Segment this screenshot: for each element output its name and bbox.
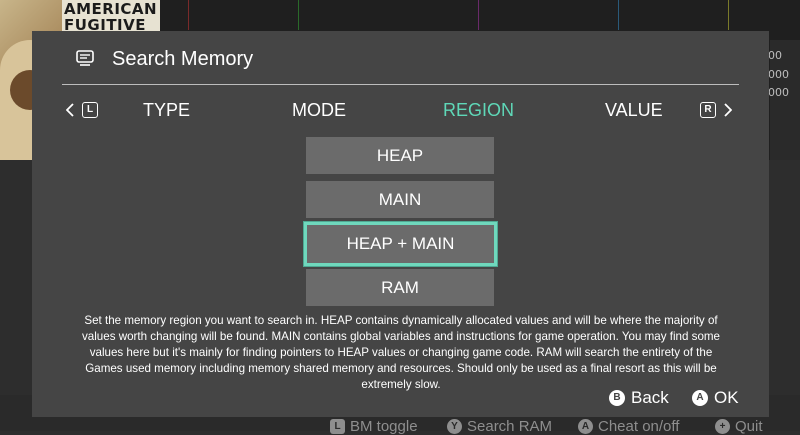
y-button-icon: Y xyxy=(447,419,462,434)
footer-hint-bm-toggle: L BM toggle xyxy=(330,418,418,435)
footer-hint-label: Quit xyxy=(735,418,763,435)
region-option-heap-main[interactable]: HEAP + MAIN xyxy=(304,222,497,266)
memory-card-icon xyxy=(76,50,94,66)
ok-button[interactable]: A OK xyxy=(692,387,739,409)
footer-hint-cheat-toggle: A Cheat on/off xyxy=(578,418,679,435)
back-button[interactable]: B Back xyxy=(609,387,669,409)
l-button-icon: L xyxy=(330,419,345,434)
back-label: Back xyxy=(631,388,669,407)
background-value: 000 xyxy=(768,68,789,81)
a-button-icon: A xyxy=(692,390,708,406)
background-color-lines xyxy=(168,0,768,30)
game-cover-title: AMERICAN FUGITIVE xyxy=(62,0,160,34)
footer-hint-label: BM toggle xyxy=(350,418,418,435)
a-button-icon: A xyxy=(578,419,593,434)
tab-bar: L TYPE MODE REGION VALUE R xyxy=(32,93,769,127)
footer-hint-search-ram: Y Search RAM xyxy=(447,418,552,435)
tab-mode[interactable]: MODE xyxy=(292,100,346,120)
dialog-title: Search Memory xyxy=(112,48,254,70)
dialog-header: Search Memory xyxy=(32,31,769,85)
tab-prev-button[interactable]: L xyxy=(66,99,98,121)
search-memory-dialog: Search Memory L TYPE MODE REGION VALUE R… xyxy=(32,31,769,417)
header-divider xyxy=(62,84,739,85)
tab-type[interactable]: TYPE xyxy=(143,100,190,120)
plus-button-icon: + xyxy=(715,419,730,434)
region-option-ram[interactable]: RAM xyxy=(306,269,494,306)
region-option-main[interactable]: MAIN xyxy=(306,181,494,218)
chevron-right-icon xyxy=(724,103,732,117)
b-button-icon: B xyxy=(609,390,625,406)
footer-hint-quit: + Quit xyxy=(715,418,763,435)
ok-label: OK xyxy=(714,388,739,407)
footer-hint-label: Search RAM xyxy=(467,418,553,435)
chevron-left-icon xyxy=(66,103,74,117)
footer-hint-label: Cheat on/off xyxy=(598,418,680,435)
region-option-heap[interactable]: HEAP xyxy=(306,137,494,174)
tab-next-button[interactable]: R xyxy=(700,99,732,121)
r-button-icon: R xyxy=(700,102,716,118)
tab-value[interactable]: VALUE xyxy=(605,100,663,120)
background-value: 00 xyxy=(768,49,782,62)
l-button-icon: L xyxy=(82,102,98,118)
tab-region[interactable]: REGION xyxy=(443,100,514,120)
background-value: 000 xyxy=(768,86,789,99)
region-description: Set the memory region you want to search… xyxy=(81,314,721,391)
